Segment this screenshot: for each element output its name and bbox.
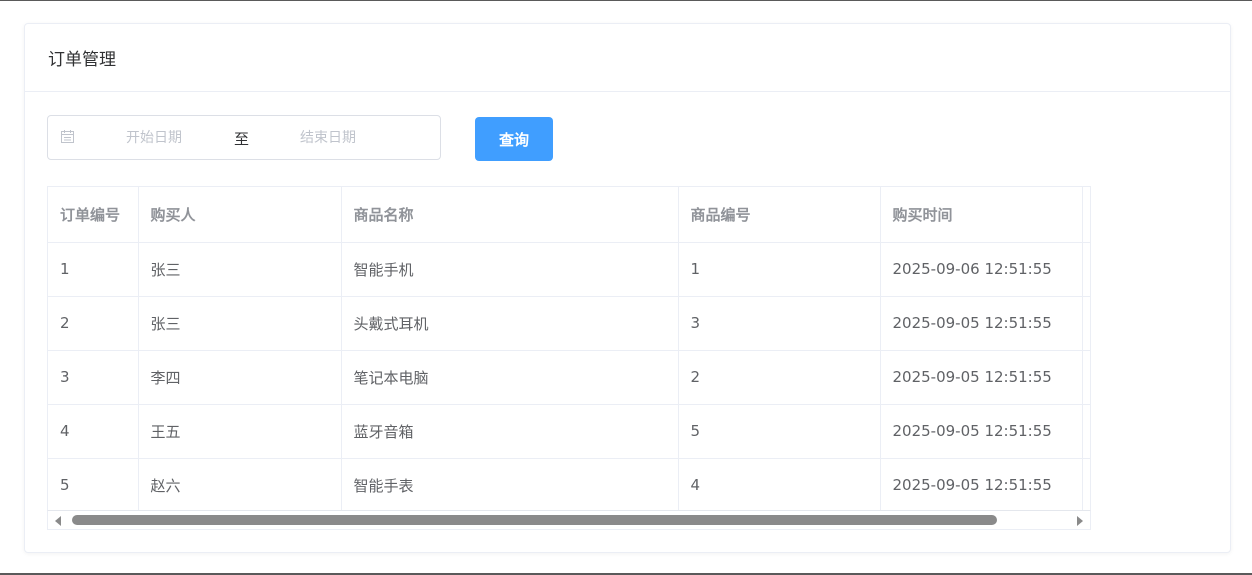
arrow-right-icon[interactable] <box>1077 516 1083 526</box>
window-frame: 订单管理 至 查询 <box>0 0 1252 575</box>
cell-product-name: 头戴式耳机 <box>341 296 679 351</box>
arrow-left-icon[interactable] <box>55 516 61 526</box>
cell-order-id: 5 <box>48 458 139 513</box>
table-row: 5 赵六 智能手表 4 2025-09-05 12:51:55 <box>48 458 1090 513</box>
cell-product-id: 2 <box>678 350 881 405</box>
cell-buyer: 张三 <box>138 296 342 351</box>
cell-extra <box>1082 350 1090 405</box>
table-header-row: 订单编号 购买人 商品名称 商品编号 购买时间 <box>48 187 1090 243</box>
cell-product-id: 4 <box>678 458 881 513</box>
query-button[interactable]: 查询 <box>475 117 553 161</box>
calendar-icon <box>61 130 74 143</box>
cell-purchase-time: 2025-09-05 12:51:55 <box>880 350 1083 405</box>
cell-buyer: 张三 <box>138 242 342 297</box>
horizontal-scrollbar[interactable] <box>47 510 1091 530</box>
cell-extra <box>1082 458 1090 513</box>
cell-product-id: 1 <box>678 242 881 297</box>
cell-extra <box>1082 242 1090 297</box>
cell-order-id: 1 <box>48 242 139 297</box>
cell-buyer: 王五 <box>138 404 342 459</box>
cell-product-name: 智能手表 <box>341 458 679 513</box>
table-row: 3 李四 笔记本电脑 2 2025-09-05 12:51:55 <box>48 350 1090 405</box>
scrollbar-thumb[interactable] <box>72 515 997 525</box>
cell-purchase-time: 2025-09-05 12:51:55 <box>880 458 1083 513</box>
cell-order-id: 4 <box>48 404 139 459</box>
header-product-id[interactable]: 商品编号 <box>678 187 881 243</box>
end-date-input[interactable] <box>268 124 388 151</box>
cell-order-id: 2 <box>48 296 139 351</box>
start-date-input[interactable] <box>94 124 214 151</box>
header-order-id[interactable]: 订单编号 <box>48 187 139 243</box>
cell-buyer: 赵六 <box>138 458 342 513</box>
cell-product-name: 智能手机 <box>341 242 679 297</box>
cell-product-id: 5 <box>678 404 881 459</box>
cell-extra <box>1082 296 1090 351</box>
date-range-picker[interactable]: 至 <box>47 115 441 160</box>
cell-extra <box>1082 404 1090 459</box>
cell-order-id: 3 <box>48 350 139 405</box>
cell-purchase-time: 2025-09-05 12:51:55 <box>880 296 1083 351</box>
header-purchase-time[interactable]: 购买时间 <box>880 187 1083 243</box>
cell-purchase-time: 2025-09-06 12:51:55 <box>880 242 1083 297</box>
cell-product-name: 笔记本电脑 <box>341 350 679 405</box>
header-buyer[interactable]: 购买人 <box>138 187 342 243</box>
table-row: 2 张三 头戴式耳机 3 2025-09-05 12:51:55 <box>48 296 1090 351</box>
order-management-card: 订单管理 至 查询 <box>24 23 1231 553</box>
cell-product-name: 蓝牙音箱 <box>341 404 679 459</box>
date-range-separator: 至 <box>234 130 250 148</box>
header-extra <box>1082 187 1090 243</box>
table-row: 1 张三 智能手机 1 2025-09-06 12:51:55 <box>48 242 1090 297</box>
cell-buyer: 李四 <box>138 350 342 405</box>
cell-purchase-time: 2025-09-05 12:51:55 <box>880 404 1083 459</box>
cell-product-id: 3 <box>678 296 881 351</box>
card-title: 订单管理 <box>25 24 1230 92</box>
header-product-name[interactable]: 商品名称 <box>341 187 679 243</box>
orders-table-container: 订单编号 购买人 商品名称 商品编号 购买时间 1 张三 智能手机 1 2025… <box>47 186 1091 530</box>
orders-table: 订单编号 购买人 商品名称 商品编号 购买时间 1 张三 智能手机 1 2025… <box>48 187 1090 513</box>
table-row: 4 王五 蓝牙音箱 5 2025-09-05 12:51:55 <box>48 404 1090 459</box>
